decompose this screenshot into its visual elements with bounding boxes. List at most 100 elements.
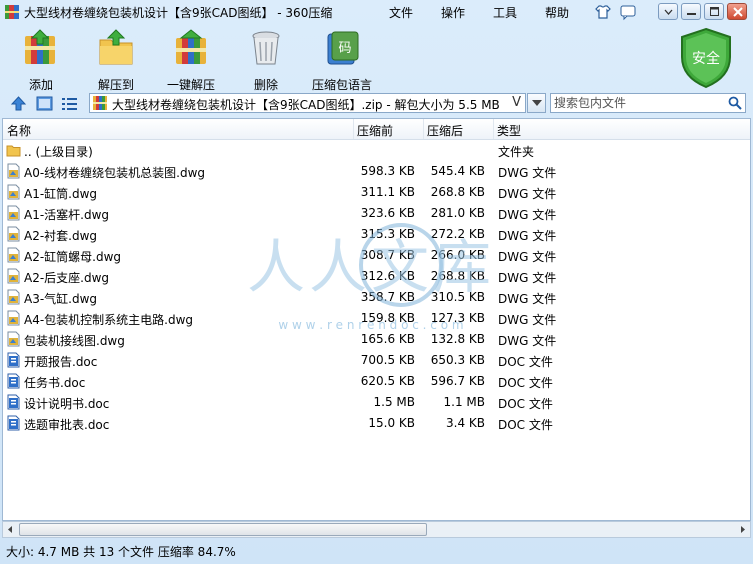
file-row[interactable]: 开题报告.doc 700.5 KB 650.3 KB DOC 文件: [3, 350, 750, 371]
file-row[interactable]: A1-活塞杆.dwg 323.6 KB 281.0 KB DWG 文件: [3, 203, 750, 224]
extract-to-label: 解压到: [97, 78, 134, 92]
folder-icon: [6, 145, 21, 157]
doc-file-icon: [7, 373, 20, 389]
menu-operate[interactable]: 操作: [441, 4, 465, 21]
file-size-after: 650.3 KB: [430, 353, 485, 367]
file-size-after: 310.5 KB: [430, 290, 485, 304]
title-bar: 大型线材卷缠绕包装机设计【含9张CAD图纸】 - 360压缩 文件 操作 工具 …: [0, 0, 753, 24]
file-row[interactable]: A2-后支座.dwg 312.6 KB 268.8 KB DWG 文件: [3, 266, 750, 287]
feedback-icon[interactable]: [619, 3, 637, 21]
doc-file-icon: [7, 352, 20, 368]
file-size-after: 127.3 KB: [430, 311, 485, 325]
file-type: 文件夹: [498, 145, 535, 159]
file-size-before: 311.1 KB: [360, 185, 415, 199]
file-name: A2-后支座.dwg: [24, 271, 110, 285]
one-click-extract-button[interactable]: 一键解压: [156, 26, 226, 93]
file-type: DOC 文件: [498, 355, 553, 369]
close-button[interactable]: [727, 3, 747, 20]
app-window: 大型线材卷缠绕包装机设计【含9张CAD图纸】 - 360压缩 文件 操作 工具 …: [0, 0, 753, 564]
file-size-after: 266.0 KB: [430, 248, 485, 262]
up-arrow-icon[interactable]: [10, 95, 27, 112]
path-dropdown-button[interactable]: [527, 93, 546, 113]
dwg-file-icon: [7, 163, 20, 179]
chevron-down-icon: [664, 9, 673, 15]
triangle-down-icon: [532, 100, 542, 106]
trash-icon: [252, 31, 280, 65]
minimize-icon: [687, 13, 696, 15]
menu-dropdown-button[interactable]: [658, 3, 678, 20]
app-icon: [5, 5, 19, 19]
scroll-left-icon[interactable]: [3, 522, 18, 537]
file-name: 包装机接线图.dwg: [24, 334, 125, 348]
search-icon[interactable]: [728, 96, 742, 110]
path-history-toggle[interactable]: V: [512, 95, 521, 110]
file-name: 设计说明书.doc: [24, 397, 110, 411]
doc-file-icon: [7, 394, 20, 410]
search-input[interactable]: [554, 95, 722, 111]
file-type: DWG 文件: [498, 187, 557, 201]
file-row[interactable]: A3-气缸.dwg 358.7 KB 310.5 KB DWG 文件: [3, 287, 750, 308]
column-divider[interactable]: [423, 119, 424, 139]
horizontal-scrollbar[interactable]: [2, 521, 751, 538]
archive-language-button[interactable]: 码 压缩包语言: [306, 26, 378, 93]
minimize-button[interactable]: [681, 3, 701, 20]
menu-file[interactable]: 文件: [389, 4, 413, 21]
status-bar-text: 大小: 4.7 MB 共 13 个文件 压缩率 84.7%: [6, 545, 236, 559]
skin-shirt-icon[interactable]: [594, 3, 612, 21]
file-row[interactable]: A0-线材卷缠绕包装机总装图.dwg 598.3 KB 545.4 KB DWG 文件: [3, 161, 750, 182]
file-size-before: 1.5 MB: [373, 395, 415, 409]
file-type: DWG 文件: [498, 229, 557, 243]
extract-to-icon: [99, 29, 133, 65]
file-row[interactable]: A1-缸筒.dwg 311.1 KB 268.8 KB DWG 文件: [3, 182, 750, 203]
file-type: DOC 文件: [498, 418, 553, 432]
search-box: [550, 93, 746, 113]
file-row[interactable]: 包装机接线图.dwg 165.6 KB 132.8 KB DWG 文件: [3, 329, 750, 350]
file-size-after: 596.7 KB: [430, 374, 485, 388]
file-row[interactable]: A2-衬套.dwg 315.3 KB 272.2 KB DWG 文件: [3, 224, 750, 245]
maximize-button[interactable]: [704, 3, 724, 20]
scroll-right-icon[interactable]: [735, 522, 750, 537]
add-label: 添加: [28, 78, 53, 92]
zip-file-icon: [93, 96, 107, 110]
add-button[interactable]: 添加: [6, 26, 76, 93]
column-divider[interactable]: [353, 119, 354, 139]
file-row[interactable]: 选题审批表.doc 15.0 KB 3.4 KB DOC 文件: [3, 413, 750, 434]
column-original[interactable]: 压缩后: [427, 122, 463, 139]
path-field[interactable]: 大型线材卷缠绕包装机设计【含9张CAD图纸】.zip - 解包大小为 5.5 M…: [89, 93, 526, 113]
dwg-file-icon: [7, 289, 20, 305]
file-size-before: 159.8 KB: [360, 311, 415, 325]
column-type[interactable]: 类型: [497, 122, 521, 139]
file-type: DOC 文件: [498, 397, 553, 411]
safe-label: 安全: [692, 50, 720, 67]
list-view-icon[interactable]: [61, 95, 78, 112]
menu-tools[interactable]: 工具: [493, 4, 517, 21]
file-type: DWG 文件: [498, 313, 557, 327]
file-size-after: 3.4 KB: [446, 416, 485, 430]
column-divider[interactable]: [493, 119, 494, 139]
file-row[interactable]: 设计说明书.doc 1.5 MB 1.1 MB DOC 文件: [3, 392, 750, 413]
thumbnail-view-icon[interactable]: [36, 95, 53, 112]
column-name[interactable]: 名称: [7, 122, 31, 139]
extract-to-button[interactable]: 解压到: [81, 26, 151, 93]
svg-text:码: 码: [338, 41, 351, 56]
column-compressed[interactable]: 压缩前: [357, 122, 393, 139]
dwg-file-icon: [7, 310, 20, 326]
doc-file-icon: [7, 415, 20, 431]
file-row[interactable]: A2-缸筒螺母.dwg 308.7 KB 266.0 KB DWG 文件: [3, 245, 750, 266]
safe-shield-icon[interactable]: 安全: [678, 27, 734, 89]
file-row[interactable]: .. (上级目录) 文件夹: [3, 140, 750, 161]
file-name: .. (上级目录): [24, 145, 93, 159]
dwg-file-icon: [7, 226, 20, 242]
delete-label: 删除: [253, 78, 278, 92]
file-row[interactable]: 任务书.doc 620.5 KB 596.7 KB DOC 文件: [3, 371, 750, 392]
file-size-after: 1.1 MB: [443, 395, 485, 409]
file-name: A1-缸筒.dwg: [24, 187, 98, 201]
file-name: A2-缸筒螺母.dwg: [24, 250, 122, 264]
file-row[interactable]: A4-包装机控制系统主电路.dwg 159.8 KB 127.3 KB DWG 文件: [3, 308, 750, 329]
toolbar: 添加 解压到 一键解压 删除 码 压缩包语言: [0, 26, 753, 92]
menu-help[interactable]: 帮助: [545, 4, 569, 21]
delete-button[interactable]: 删除: [231, 26, 301, 93]
scrollbar-thumb[interactable]: [19, 523, 427, 536]
file-name: 开题报告.doc: [24, 355, 98, 369]
file-list: 名称 压缩前 压缩后 类型 .. (上级目录) 文件夹 A0-线材卷缠绕包装机总装图…: [2, 118, 751, 521]
